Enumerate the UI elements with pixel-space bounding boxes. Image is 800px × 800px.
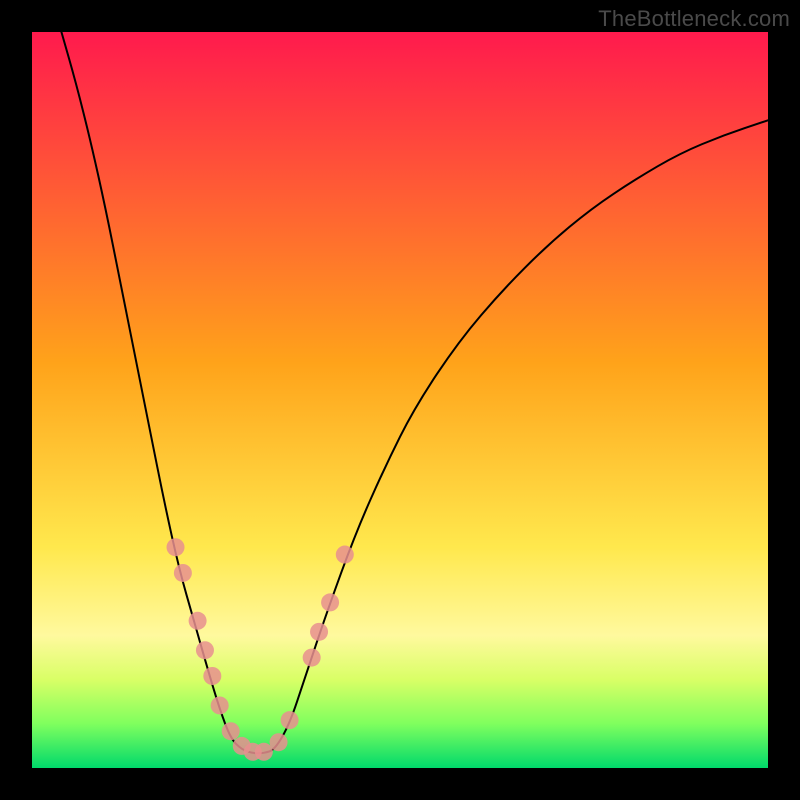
data-dot [303,649,321,667]
data-dot [270,733,288,751]
data-dot [281,711,299,729]
data-dot [222,722,240,740]
data-dot [203,667,221,685]
data-dot [255,743,273,761]
data-dot [211,696,229,714]
data-dot [167,538,185,556]
data-dot [196,641,214,659]
chart-canvas [0,0,800,800]
data-dot [336,546,354,564]
plot-background [32,32,768,768]
data-dot [189,612,207,630]
data-dot [321,593,339,611]
data-dot [174,564,192,582]
watermark-label: TheBottleneck.com [598,6,790,32]
chart-stage: TheBottleneck.com [0,0,800,800]
data-dot [310,623,328,641]
